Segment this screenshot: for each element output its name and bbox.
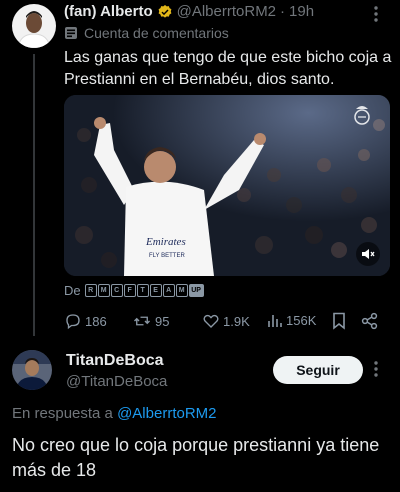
tweet-media-video[interactable]: Emirates FLY BETTER: [64, 95, 390, 276]
tweet-time[interactable]: 19h: [289, 3, 314, 20]
in-reply-to: En respuesta a @AlberrtoRM2: [12, 405, 217, 422]
thread-connector: [33, 54, 35, 336]
tweet-text: Las ganas que tengo de que este bicho co…: [64, 49, 392, 88]
tweet-author-avatar[interactable]: [12, 4, 56, 48]
commentary-account-icon: [64, 26, 78, 40]
brand-letter: E: [149, 284, 162, 297]
tweet-action-bar: 186 95 1.9K 156K: [64, 312, 390, 332]
brand-letter: F: [123, 284, 136, 297]
reply-author-handle[interactable]: @TitanDeBoca: [66, 373, 167, 390]
video-frame: Emirates FLY BETTER: [64, 95, 390, 276]
retweet-icon: [134, 316, 150, 326]
share-icon: [361, 312, 378, 330]
reply-icon: [66, 314, 80, 330]
account-label: Cuenta de comentarios: [64, 25, 229, 41]
muted-speaker-icon: [362, 249, 375, 259]
club-crest-icon: [352, 103, 372, 130]
heart-icon: [203, 314, 219, 328]
verified-badge-icon: [157, 4, 173, 20]
tweet-author-handle[interactable]: @AlberrtoRM2: [177, 3, 276, 20]
avatar-image: [12, 4, 56, 48]
in-reply-to-handle-link[interactable]: @AlberrtoRM2: [117, 405, 216, 422]
account-label-text: Cuenta de comentarios: [84, 25, 229, 41]
brand-letter: T: [136, 284, 149, 297]
share-action[interactable]: [361, 312, 379, 330]
more-options-icon[interactable]: [374, 6, 378, 27]
views-chart-icon: [268, 315, 282, 327]
reply-more-options-icon[interactable]: [374, 361, 378, 382]
bookmark-icon: [333, 312, 345, 330]
reply-author-avatar[interactable]: [12, 350, 52, 390]
tweet-header: (fan) Alberto @AlberrtoRM2 · 19h: [64, 3, 314, 20]
attribution-brand: R M C F T E A M UP: [84, 284, 205, 297]
like-count: 1.9K: [223, 313, 250, 329]
media-attribution[interactable]: De R M C F T E A M UP: [64, 283, 205, 298]
brand-letter: M: [97, 284, 110, 297]
avatar-image: [12, 350, 52, 390]
in-reply-to-prefix: En respuesta a: [12, 405, 113, 422]
views-action[interactable]: 156K: [267, 312, 316, 328]
bookmark-action[interactable]: [332, 312, 346, 330]
mute-toggle[interactable]: [356, 242, 380, 266]
reply-text: No creo que lo coja porque prestianni ya…: [12, 435, 380, 480]
reply-count: 186: [85, 313, 107, 329]
brand-letter: R: [84, 284, 97, 297]
header-separator: ·: [280, 3, 286, 20]
tweet-author-name[interactable]: (fan) Alberto: [64, 3, 153, 20]
brand-letter: M: [175, 284, 188, 297]
reply-author-name[interactable]: TitanDeBoca: [66, 352, 164, 370]
follow-button[interactable]: Seguir: [273, 356, 363, 384]
brand-letter: C: [110, 284, 123, 297]
attribution-prefix: De: [64, 283, 81, 298]
retweet-action[interactable]: 95: [132, 312, 169, 330]
like-action[interactable]: 1.9K: [202, 312, 250, 330]
shirt-sponsor-text: Emirates: [145, 236, 186, 248]
brand-letter: A: [162, 284, 175, 297]
reply-action[interactable]: 186: [64, 312, 107, 330]
retweet-count: 95: [155, 313, 170, 329]
brand-letter: UP: [188, 284, 204, 297]
shirt-sponsor-subtext: FLY BETTER: [149, 253, 185, 259]
views-count: 156K: [286, 312, 317, 328]
